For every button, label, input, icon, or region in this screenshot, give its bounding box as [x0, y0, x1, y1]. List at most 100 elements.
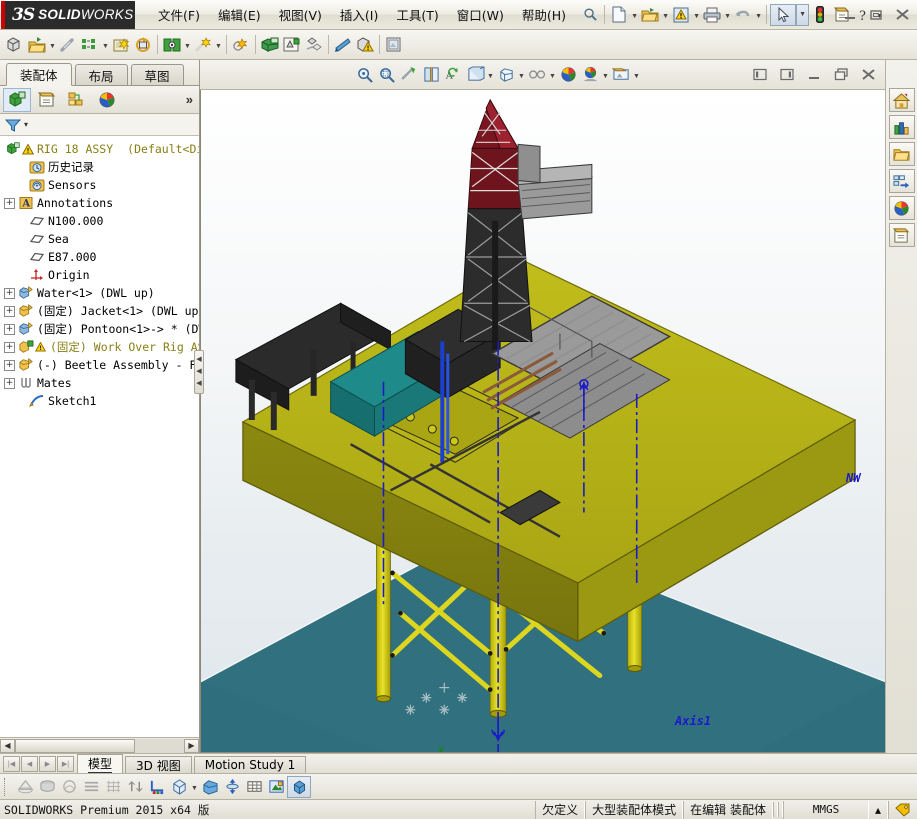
rebuild-warning-icon[interactable] [670, 4, 692, 26]
new-motion-study-icon[interactable] [259, 34, 281, 56]
assembly-insert-components-icon[interactable] [4, 34, 26, 56]
tag-icon[interactable] [888, 800, 917, 819]
restore-icon[interactable] [865, 5, 887, 25]
show-hidden-components-icon[interactable] [161, 34, 183, 56]
zoom-to-fit-icon[interactable] [354, 64, 376, 86]
view-orientation-icon[interactable] [168, 776, 190, 798]
scroll-track[interactable] [15, 738, 184, 753]
menu-tools[interactable]: 工具(T) [387, 2, 447, 27]
reference-geometry-icon[interactable] [230, 34, 252, 56]
tab-layout[interactable]: 布局 [74, 64, 128, 85]
tab-motion-study-1[interactable]: Motion Study 1 [193, 756, 307, 773]
tree-expander[interactable]: + [4, 323, 15, 335]
undo-caret[interactable]: ▼ [754, 5, 763, 25]
tree-item-sketch1[interactable]: Sketch1 [2, 392, 199, 410]
tab-configuration-manager[interactable] [63, 88, 91, 112]
status-underdefined[interactable]: 欠定义 [535, 800, 586, 819]
tab-3d-views[interactable]: 3D 视图 [125, 756, 192, 773]
tree-item-e87[interactable]: E87.000 [2, 248, 199, 266]
apply-scene-caret[interactable]: ▼ [601, 65, 610, 85]
grid-icon[interactable] [102, 776, 124, 798]
task-pane-resources[interactable] [888, 88, 915, 112]
tab-display-manager[interactable] [93, 88, 121, 112]
linear-component-pattern-icon[interactable] [79, 34, 101, 56]
tab-feature-manager[interactable] [3, 87, 31, 112]
first-tab-icon[interactable]: |◀ [3, 756, 20, 772]
edit-component-icon[interactable] [26, 34, 48, 56]
open-folder-icon[interactable] [639, 4, 661, 26]
view-settings-icon[interactable] [526, 64, 548, 86]
assembly-features-caret[interactable]: ▼ [214, 35, 223, 55]
measure-icon[interactable] [146, 776, 168, 798]
tree-root-item[interactable]: RIG 18 ASSY (Default<Disp [2, 140, 199, 158]
task-pane-design-library[interactable] [888, 115, 915, 139]
tree-item-water[interactable]: + Water<1> (DWL up) [2, 284, 199, 302]
last-tab-icon[interactable]: ▶| [57, 756, 74, 772]
viewport-minimize-icon[interactable] [803, 65, 825, 85]
split-horizontal-icon[interactable] [776, 65, 798, 85]
tree-filter-bar[interactable]: ▾ [0, 114, 199, 136]
exploded-view-icon[interactable] [303, 34, 325, 56]
undo-icon[interactable] [732, 4, 754, 26]
toggle-icon[interactable] [124, 776, 146, 798]
scroll-thumb[interactable] [15, 738, 135, 753]
isometric-icon[interactable] [287, 775, 311, 798]
tab-model[interactable]: 模型 [77, 754, 124, 773]
tree-expander[interactable]: + [4, 305, 15, 317]
task-pane-view-palette[interactable] [888, 169, 915, 193]
close-icon[interactable] [891, 5, 913, 25]
tree-item-origin[interactable]: Origin [2, 266, 199, 284]
task-pane-custom-properties[interactable] [888, 223, 915, 247]
spreadsheet-icon[interactable] [243, 776, 265, 798]
search-icon[interactable] [579, 4, 601, 26]
tree-item-n100[interactable]: N100.000 [2, 212, 199, 230]
hidden-lines-removed-icon[interactable] [58, 776, 80, 798]
select-arrow-caret[interactable]: ▼ [796, 3, 810, 26]
edit-appearance-icon[interactable] [557, 64, 579, 86]
view-orientation-caret[interactable]: ▼ [190, 777, 199, 797]
section-view-icon[interactable] [420, 64, 442, 86]
task-pane-file-explorer[interactable] [888, 142, 915, 166]
tree-item-annotations[interactable]: + A Annotations [2, 194, 199, 212]
tree-item-mates[interactable]: + Mates [2, 374, 199, 392]
pattern-caret[interactable]: ▼ [101, 35, 110, 55]
tree-expander[interactable]: + [4, 341, 15, 353]
apply-scene-icon[interactable] [579, 64, 601, 86]
hide-show-caret[interactable]: ▼ [517, 65, 526, 85]
measure-icon[interactable] [383, 34, 405, 56]
minimize-icon[interactable] [839, 5, 861, 25]
task-pane-appearances[interactable] [888, 196, 915, 220]
tree-horizontal-scrollbar[interactable]: ◀ ▶ [0, 737, 199, 753]
next-tab-icon[interactable]: ▶ [39, 756, 56, 772]
panel-splitter-handle[interactable]: ◀ ◀ ◀ [194, 350, 204, 394]
appearance-icon[interactable] [265, 776, 287, 798]
previous-view-icon[interactable] [398, 64, 420, 86]
viewport-settings-caret[interactable]: ▼ [632, 65, 641, 85]
print-icon[interactable] [701, 4, 723, 26]
display-style-caret[interactable]: ▼ [486, 65, 495, 85]
viewport-close-icon[interactable] [857, 65, 879, 85]
tree-expander[interactable]: + [4, 359, 15, 371]
tree-item-beetle-assembly[interactable]: + (-) Beetle Assembly - Full [2, 356, 199, 374]
menu-insert[interactable]: 插入(I) [331, 2, 387, 27]
menu-view[interactable]: 视图(V) [270, 2, 331, 27]
select-arrow-icon[interactable] [770, 3, 797, 26]
tab-sketch[interactable]: 草图 [130, 64, 184, 85]
tree-item-sea[interactable]: Sea [2, 230, 199, 248]
hide-show-items-icon[interactable] [495, 64, 517, 86]
tree-expander[interactable]: + [4, 287, 15, 299]
view-orientation-icon[interactable]: A [442, 64, 464, 86]
menu-help[interactable]: 帮助(H) [513, 2, 575, 27]
zoom-to-area-icon[interactable] [376, 64, 398, 86]
status-units[interactable]: MMGS [782, 800, 869, 819]
tree-expander[interactable]: + [4, 197, 15, 209]
status-editing-assembly[interactable]: 在编辑 装配体 [683, 800, 773, 819]
interference-detection-icon[interactable] [354, 34, 376, 56]
display-style-icon[interactable] [199, 776, 221, 798]
menu-window[interactable]: 窗口(W) [448, 2, 513, 27]
tab-assembly[interactable]: 装配体 [6, 63, 72, 86]
smart-fasteners-icon[interactable] [110, 34, 132, 56]
feature-tree-container[interactable]: RIG 18 ASSY (Default<Disp 历史记录 [0, 136, 199, 737]
tree-item-pontoon[interactable]: + (固定) Pontoon<1>-> * (DWL [2, 320, 199, 338]
tree-expander[interactable]: + [4, 377, 15, 389]
